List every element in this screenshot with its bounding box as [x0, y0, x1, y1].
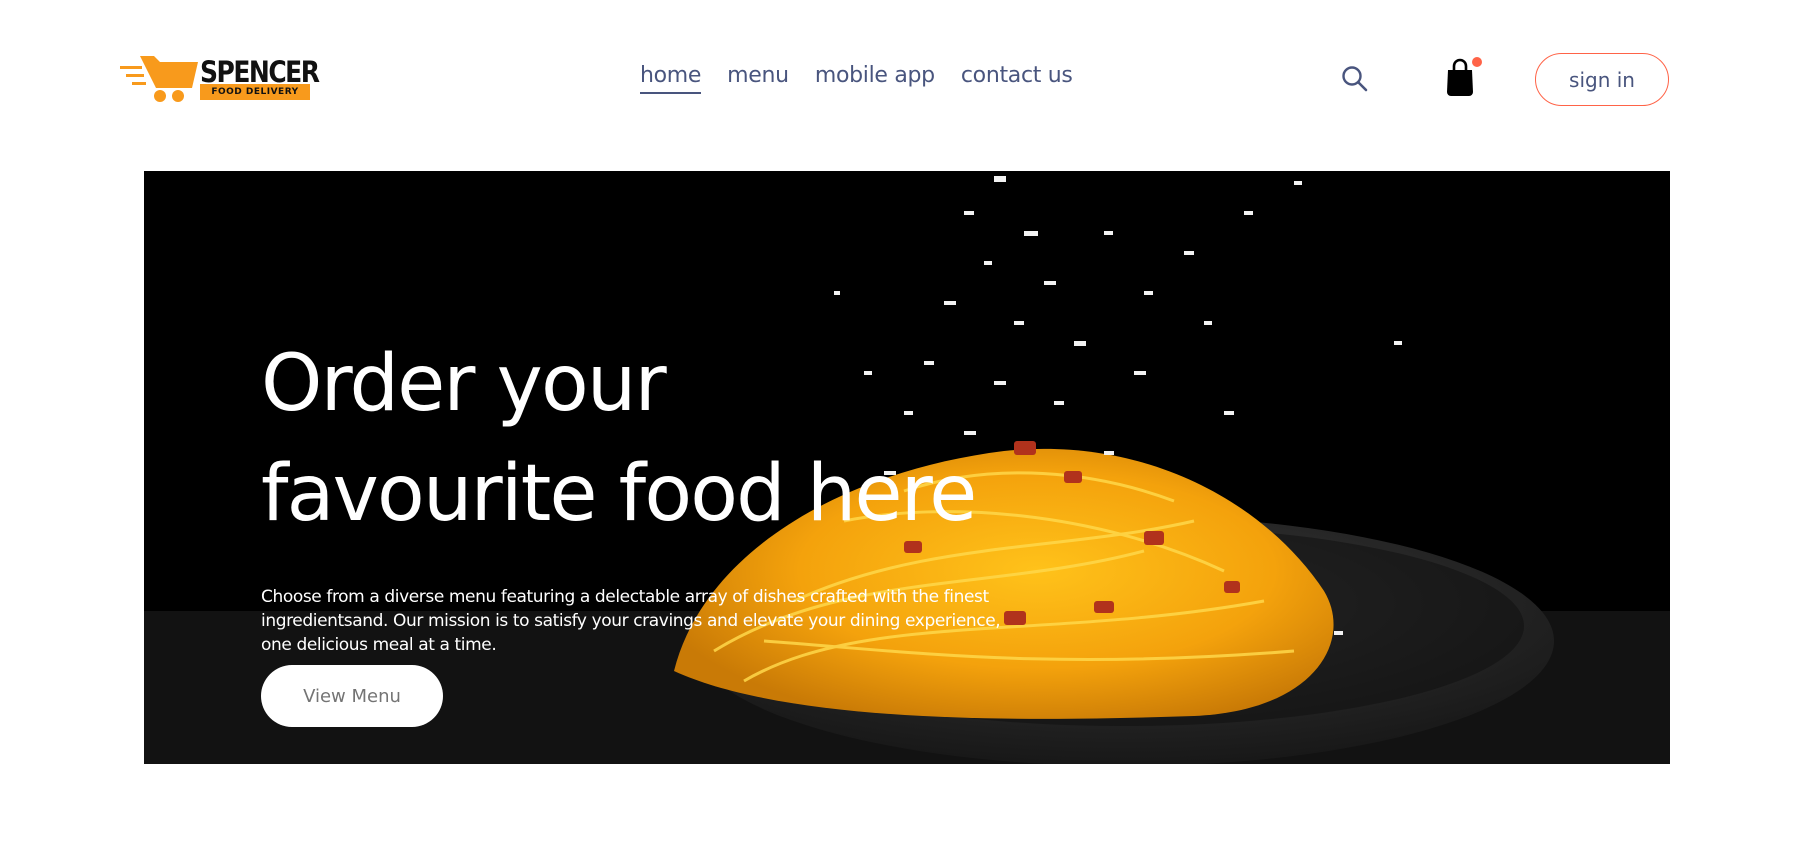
- hero-description: Choose from a diverse menu featuring a d…: [261, 587, 1001, 655]
- logo-tagline: FOOD DELIVERY: [200, 84, 310, 100]
- search-icon[interactable]: [1340, 64, 1370, 94]
- navbar: SPENCER FOOD DELIVERY home menu mobile a…: [0, 0, 1820, 160]
- logo[interactable]: SPENCER FOOD DELIVERY: [120, 50, 320, 104]
- hero-title: Order your favourite food here: [261, 339, 977, 539]
- nav-item-mobile-app[interactable]: mobile app: [815, 63, 935, 92]
- nav-menu: home menu mobile app contact us: [640, 63, 1073, 103]
- nav-item-menu[interactable]: menu: [727, 63, 789, 92]
- nav-item-contact-us[interactable]: contact us: [961, 63, 1073, 92]
- hero-banner: Order your favourite food here Choose fr…: [144, 171, 1670, 764]
- view-menu-button[interactable]: View Menu: [261, 665, 443, 727]
- nav-item-home[interactable]: home: [640, 63, 701, 94]
- hero-content: Order your favourite food here Choose fr…: [261, 329, 1041, 657]
- cart-badge: [1472, 57, 1482, 67]
- delivery-cart-icon: [120, 56, 198, 102]
- sign-in-button[interactable]: sign in: [1535, 53, 1669, 106]
